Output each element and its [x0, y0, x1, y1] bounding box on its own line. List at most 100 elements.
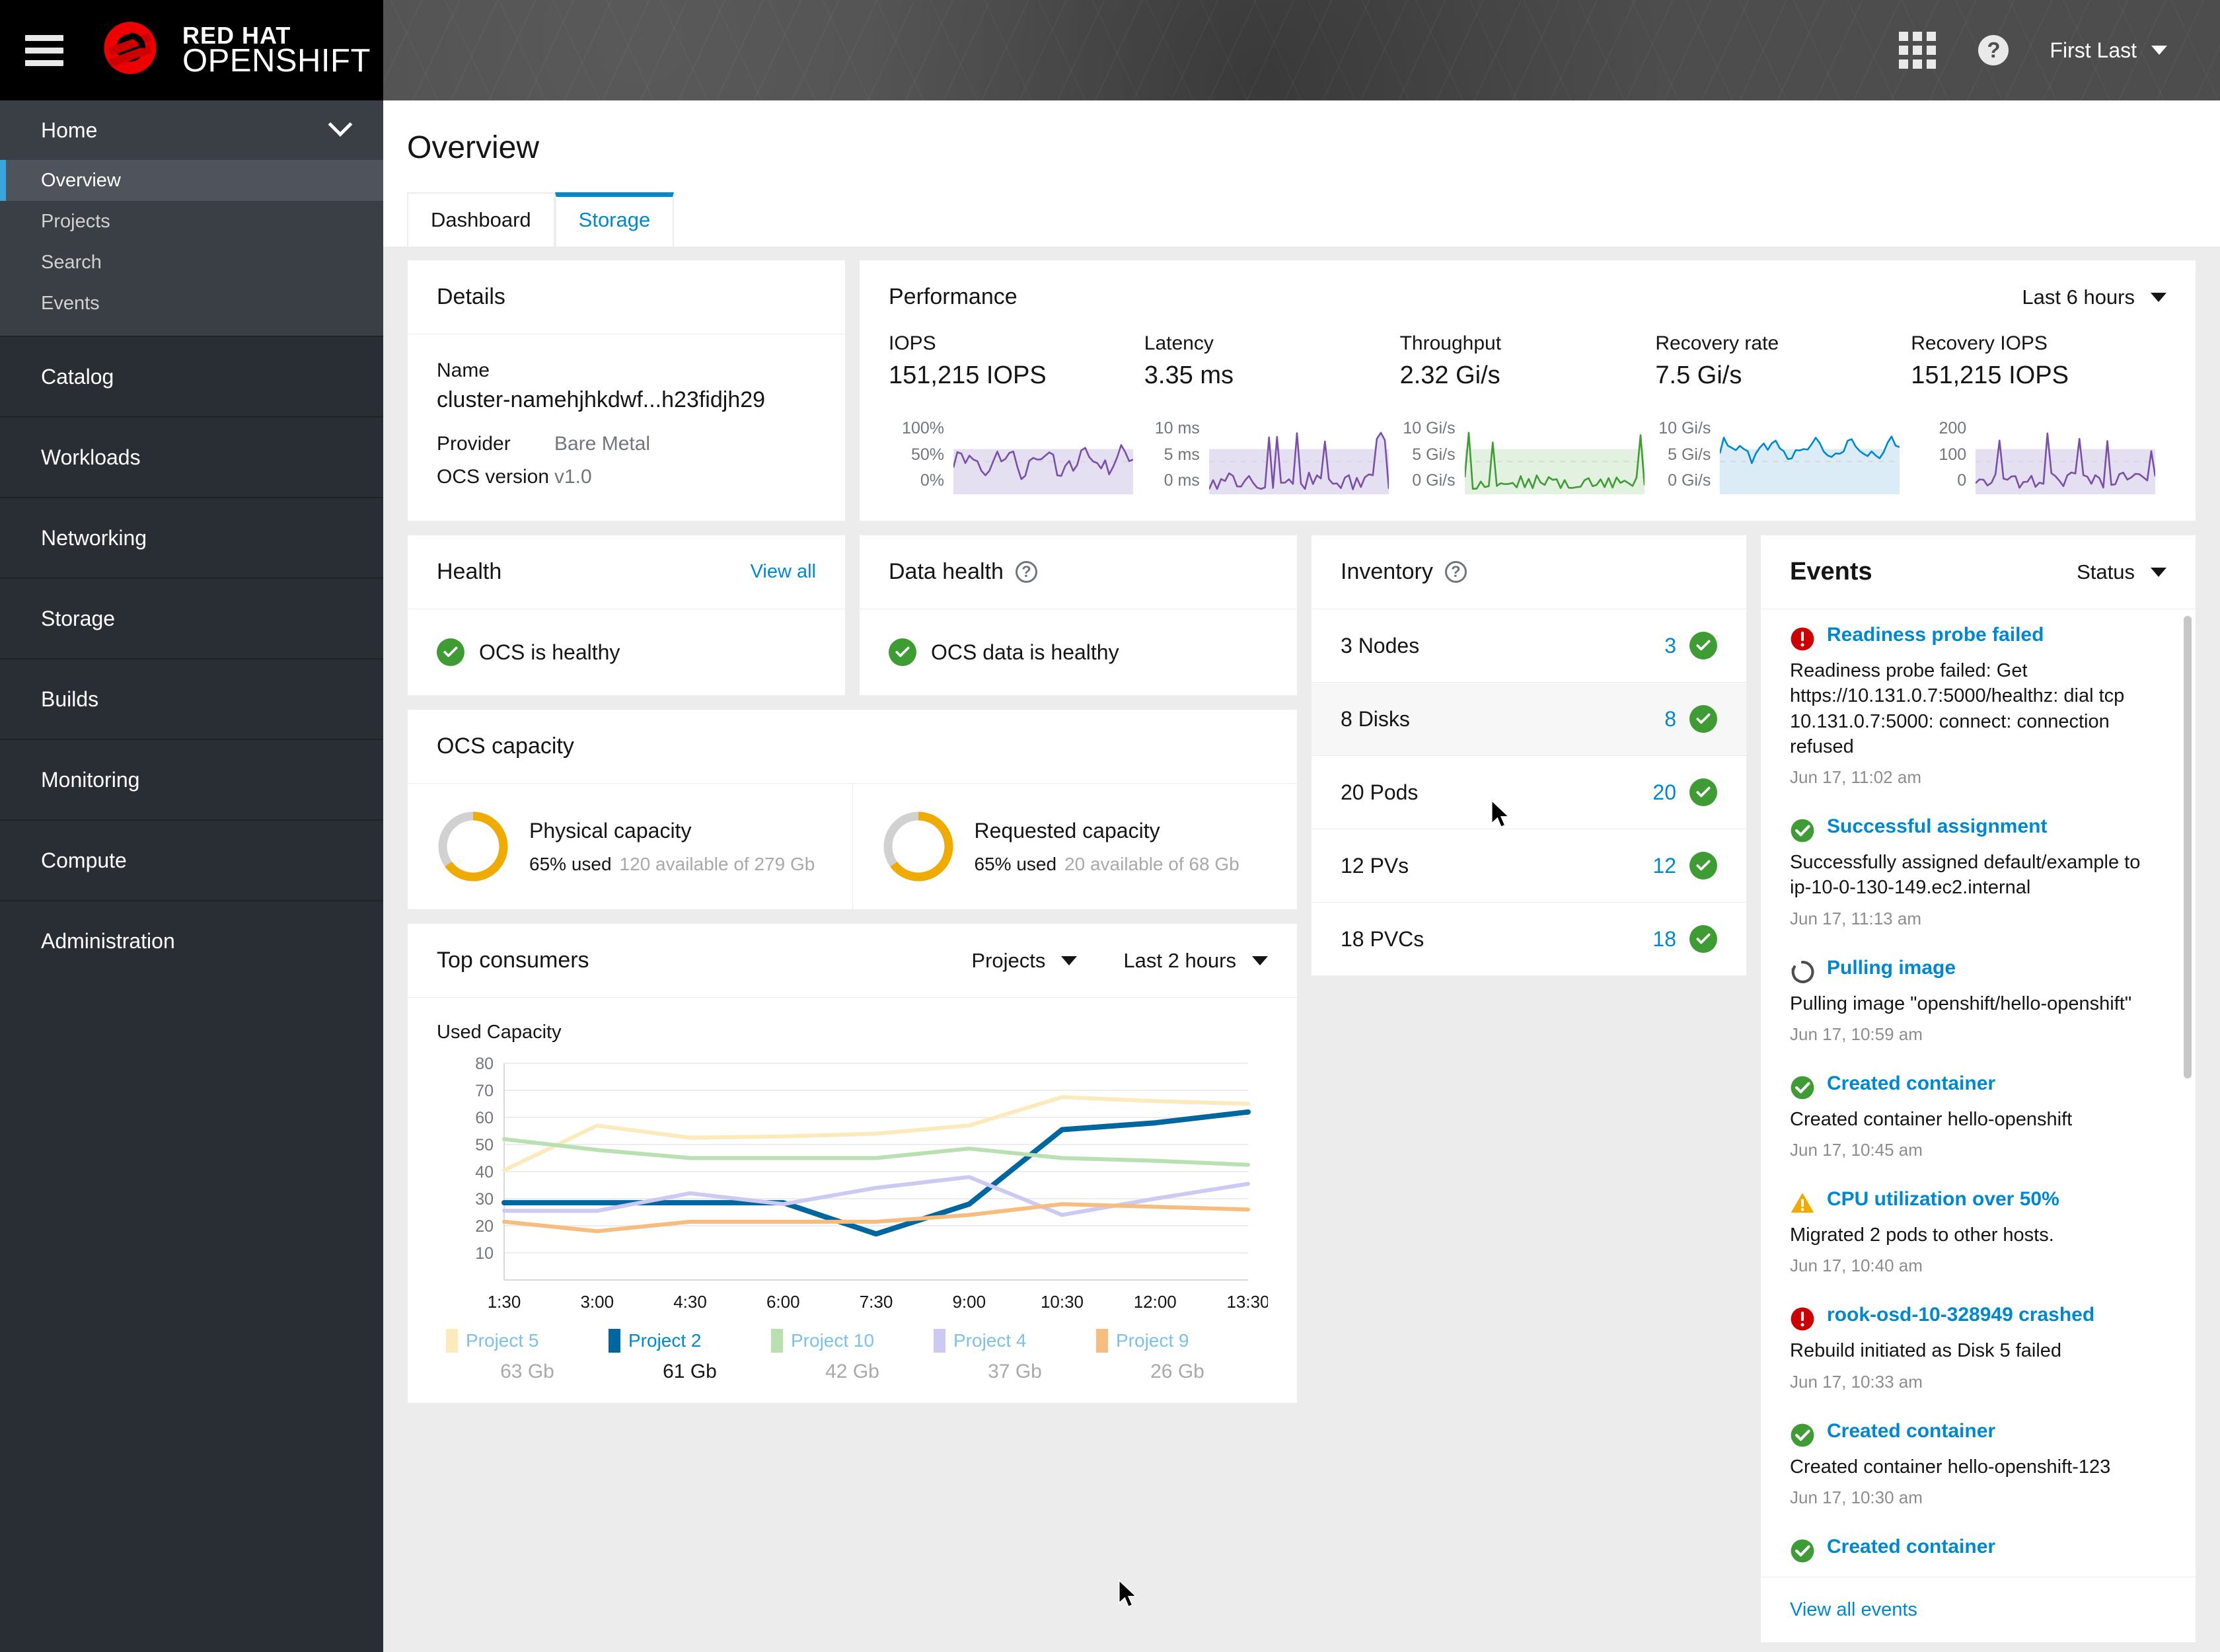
sidebar-item-workloads[interactable]: Workloads: [0, 416, 383, 497]
event-message: Created container hello-openshift-123: [1790, 1456, 2111, 1478]
event-item[interactable]: Pulling image Pulling image "openshift/he…: [1761, 942, 2196, 1058]
event-item[interactable]: CPU utilization over 50% Migrated 2 pods …: [1761, 1174, 2196, 1289]
sidebar-item-projects[interactable]: Projects: [0, 201, 383, 242]
help-circle-icon[interactable]: ?: [1444, 561, 1467, 583]
tab-storage[interactable]: Storage: [554, 192, 675, 246]
check-circle-icon: [437, 638, 464, 666]
inventory-row-count[interactable]: 18: [1652, 927, 1676, 952]
event-item[interactable]: Created container Created container hello…: [1761, 1058, 2196, 1174]
masthead-brand-area: RED HAT OPENSHIFT: [0, 0, 383, 100]
inventory-row-8-disks[interactable]: 8 Disks 8: [1312, 683, 1746, 756]
sidebar-item-storage[interactable]: Storage: [0, 578, 383, 658]
tab-dashboard[interactable]: Dashboard: [407, 192, 555, 246]
data-health-card-header: Data health ?: [860, 535, 1297, 609]
event-item[interactable]: Created container: [1761, 1521, 2196, 1577]
sidebar-item-networking[interactable]: Networking: [0, 497, 383, 578]
event-title[interactable]: Readiness probe failed: [1827, 624, 2044, 646]
metric-label: Latency: [1144, 332, 1214, 354]
event-message: Readiness probe failed: Get https://10.1…: [1790, 660, 2125, 757]
sidebar-group-home[interactable]: Home: [0, 100, 383, 160]
user-menu[interactable]: First Last: [2030, 0, 2179, 100]
svg-text:40: 40: [475, 1163, 494, 1182]
inventory-row-20-pods[interactable]: 20 Pods 20: [1312, 756, 1746, 829]
inventory-row-12-pvs[interactable]: 12 PVs 12: [1312, 829, 1746, 903]
svg-text:50: 50: [475, 1136, 494, 1154]
event-title[interactable]: rook-osd-10-328949 crashed: [1827, 1304, 2094, 1326]
capacity-title: Requested capacity: [974, 818, 1160, 843]
event-item[interactable]: Created container Created container hello…: [1761, 1406, 2196, 1521]
check-circle-icon: [1689, 852, 1717, 880]
ocs-capacity-card: OCS capacity Physical capacity 65% used 12…: [407, 709, 1298, 910]
sidebar-item-overview[interactable]: Overview: [0, 160, 383, 201]
inventory-row-count[interactable]: 12: [1652, 854, 1676, 878]
event-title[interactable]: Created container: [1827, 1420, 1995, 1443]
event-message: Created container hello-openshift: [1790, 1108, 2073, 1130]
hamburger-icon[interactable]: [25, 34, 63, 66]
sidebar-item-events-label: Events: [41, 292, 100, 314]
svg-text:7:30: 7:30: [860, 1292, 893, 1312]
event-status-icon: [1790, 1075, 1815, 1100]
events-list[interactable]: Readiness probe failed Readiness probe fa…: [1761, 609, 2196, 1577]
event-title[interactable]: Created container: [1827, 1072, 1995, 1095]
sidebar-item-compute-label: Compute: [41, 848, 127, 872]
event-title[interactable]: Pulling image: [1827, 957, 1956, 979]
sidebar-item-builds[interactable]: Builds: [0, 658, 383, 739]
events-status-filter-dropdown[interactable]: Status: [2077, 560, 2166, 584]
ocs-capacity-card-header: OCS capacity: [408, 710, 1297, 784]
consumers-time-dropdown[interactable]: Last 2 hours: [1123, 949, 1268, 973]
sidebar-item-administration[interactable]: Administration: [0, 900, 383, 981]
data-health-status-text: OCS data is healthy: [931, 640, 1119, 664]
lower-grid: Health View all OCS is healthy Data heal…: [407, 535, 2196, 1643]
event-title[interactable]: CPU utilization over 50%: [1827, 1188, 2059, 1211]
help-circle-icon[interactable]: ?: [1015, 561, 1037, 583]
performance-time-range-dropdown[interactable]: Last 6 hours: [2022, 285, 2166, 309]
help-button[interactable]: ?: [1957, 0, 2030, 100]
legend-item-project-4[interactable]: Project 4 37 Gb: [934, 1329, 1096, 1383]
check-circle-icon: [1689, 705, 1717, 733]
event-item[interactable]: rook-osd-10-328949 crashed Rebuild initia…: [1761, 1289, 2196, 1405]
caret-down-icon: [2151, 292, 2166, 302]
openshift-logo-icon: [104, 21, 157, 75]
performance-card-title: Performance: [889, 284, 1018, 309]
event-item[interactable]: Readiness probe failed Readiness probe fa…: [1761, 609, 2196, 801]
sidebar-item-search[interactable]: Search: [0, 242, 383, 283]
health-card: Health View all OCS is healthy: [407, 535, 846, 696]
axis-tick: 0 ms: [1164, 471, 1200, 490]
sparkline-latency: 10 ms 5 ms 0 ms: [1144, 416, 1400, 494]
legend-item-project-5[interactable]: Project 5 63 Gb: [446, 1329, 609, 1383]
sidebar-item-events[interactable]: Events: [0, 283, 383, 324]
application-launcher-button[interactable]: [1878, 0, 1957, 100]
left-column: Health View all OCS is healthy Data heal…: [407, 535, 1298, 1643]
sidebar-item-catalog-label: Catalog: [41, 364, 114, 389]
application-launcher-icon: [1899, 32, 1937, 69]
consumers-type-dropdown[interactable]: Projects: [971, 949, 1078, 973]
inventory-row-count[interactable]: 20: [1652, 780, 1676, 805]
main-content: Overview Dashboard Storage Details Name …: [383, 100, 2220, 1652]
check-circle-icon: [1791, 1076, 1814, 1100]
event-title[interactable]: Successful assignment: [1827, 815, 2047, 838]
sidebar-item-monitoring[interactable]: Monitoring: [0, 739, 383, 819]
inventory-list: 3 Nodes 3 8 Disks 8 20 Pods 20 12 PVs 12 18 PVCs…: [1312, 609, 1746, 976]
view-all-events-link[interactable]: View all events: [1790, 1599, 1917, 1620]
sidebar-item-compute[interactable]: Compute: [0, 819, 383, 900]
details-name-value: cluster-namehjhkdwf...h23fidjh29: [437, 387, 766, 412]
event-item[interactable]: Successful assignment Successfully assign…: [1761, 801, 2196, 942]
svg-text:4:30: 4:30: [673, 1292, 707, 1312]
events-scrollbar[interactable]: [2184, 616, 2192, 1078]
capacity-title: Physical capacity: [529, 818, 692, 843]
legend-item-project-9[interactable]: Project 9 26 Gb: [1096, 1329, 1259, 1383]
events-card-header: Events Status: [1761, 535, 2196, 609]
inventory-row-count[interactable]: 8: [1664, 707, 1676, 732]
inventory-row-count[interactable]: 3: [1664, 634, 1676, 658]
sidebar-item-catalog[interactable]: Catalog: [0, 336, 383, 416]
health-view-all-link[interactable]: View all: [751, 561, 816, 583]
caret-down-icon: [1061, 956, 1078, 965]
inventory-row-3-nodes[interactable]: 3 Nodes 3: [1312, 609, 1746, 683]
legend-item-project-2[interactable]: Project 2 61 Gb: [609, 1329, 771, 1383]
legend-item-project-10[interactable]: Project 10 42 Gb: [771, 1329, 934, 1383]
event-title[interactable]: Created container: [1827, 1536, 1995, 1558]
inventory-row-18-pvcs[interactable]: 18 PVCs 18: [1312, 903, 1746, 976]
legend-series-name: Project 4: [953, 1330, 1027, 1351]
performance-metrics: IOPS 151,215 IOPS Latency 3.35 ms Throughput…: [860, 318, 2196, 416]
check-circle-icon: [1791, 1423, 1814, 1447]
